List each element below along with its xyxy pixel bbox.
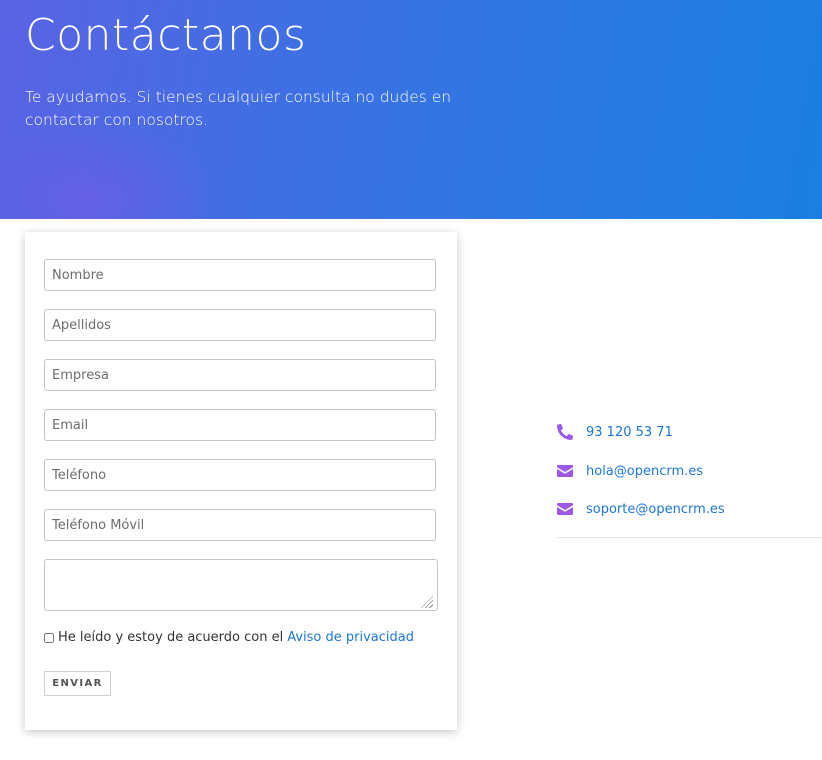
message-textarea[interactable]: [44, 559, 438, 611]
page-subtitle: Te ayudamos. Si tienes cualquier consult…: [25, 88, 452, 129]
privacy-checkbox[interactable]: [44, 632, 54, 643]
empresa-field[interactable]: [44, 359, 436, 391]
email-support-link[interactable]: soporte@opencrm.es: [586, 502, 725, 517]
envelope-icon: [557, 465, 573, 477]
contact-phone-item: 93 120 53 71: [557, 424, 673, 440]
submit-button[interactable]: ENVIAR: [44, 671, 111, 696]
hero-banner: Contáctanos Te ayudamos. Si tienes cualq…: [0, 0, 822, 219]
envelope-icon: [557, 503, 573, 515]
contact-form: He leído y estoy de acuerdo con el Aviso…: [25, 232, 457, 730]
telefono-movil-field[interactable]: [44, 509, 436, 541]
phone-link[interactable]: 93 120 53 71: [586, 425, 673, 440]
contact-support-item: soporte@opencrm.es: [557, 501, 725, 517]
telefono-field[interactable]: [44, 459, 436, 491]
page-title: Contáctanos: [25, 10, 307, 61]
contact-email-item: hola@opencrm.es: [557, 463, 703, 479]
contact-divider: [557, 537, 822, 538]
privacy-consent: He leído y estoy de acuerdo con el Aviso…: [44, 630, 414, 645]
email-info-link[interactable]: hola@opencrm.es: [586, 464, 703, 479]
consent-text: He leído y estoy de acuerdo con el: [58, 630, 284, 645]
nombre-field[interactable]: [44, 259, 436, 291]
email-field[interactable]: [44, 409, 436, 441]
privacy-policy-link[interactable]: Aviso de privacidad: [287, 630, 414, 645]
phone-icon: [557, 424, 573, 440]
apellidos-field[interactable]: [44, 309, 436, 341]
